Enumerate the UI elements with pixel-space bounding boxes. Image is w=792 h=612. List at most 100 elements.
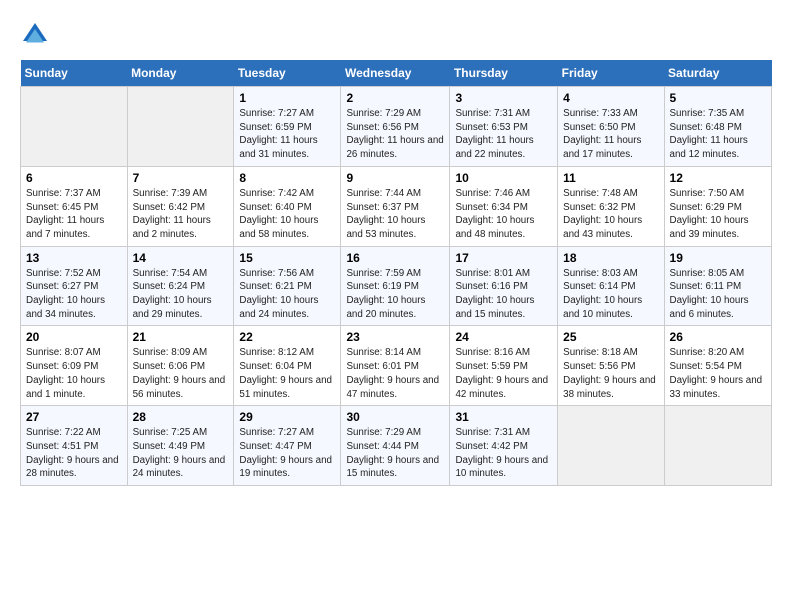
day-info: Sunrise: 8:07 AM Sunset: 6:09 PM Dayligh…: [26, 346, 122, 401]
day-number: 14: [133, 251, 229, 265]
calendar-cell: 9 Sunrise: 7:44 AM Sunset: 6:37 PM Daylig…: [341, 166, 450, 246]
day-info: Sunrise: 7:25 AM Sunset: 4:49 PM Dayligh…: [133, 426, 229, 481]
day-info: Sunrise: 8:05 AM Sunset: 6:11 PM Dayligh…: [670, 267, 766, 322]
day-number: 6: [26, 171, 122, 185]
day-number: 21: [133, 330, 229, 344]
logo-icon: [20, 20, 50, 50]
day-info: Sunrise: 7:54 AM Sunset: 6:24 PM Dayligh…: [133, 267, 229, 322]
day-info: Sunrise: 7:29 AM Sunset: 6:56 PM Dayligh…: [346, 107, 444, 162]
day-number: 28: [133, 410, 229, 424]
day-number: 10: [455, 171, 552, 185]
day-number: 31: [455, 410, 552, 424]
weekday-header-sunday: Sunday: [21, 60, 128, 87]
calendar-cell: 17 Sunrise: 8:01 AM Sunset: 6:16 PM Dayli…: [450, 246, 558, 326]
day-info: Sunrise: 7:31 AM Sunset: 4:42 PM Dayligh…: [455, 426, 552, 481]
day-number: 2: [346, 91, 444, 105]
day-info: Sunrise: 7:35 AM Sunset: 6:48 PM Dayligh…: [670, 107, 766, 162]
calendar-week-row: 13 Sunrise: 7:52 AM Sunset: 6:27 PM Dayli…: [21, 246, 772, 326]
day-number: 24: [455, 330, 552, 344]
calendar-cell: 3Sunrise: 7:31 AM Sunset: 6:53 PM Daylig…: [450, 87, 558, 167]
calendar-week-row: 27Sunrise: 7:22 AM Sunset: 4:51 PM Dayli…: [21, 406, 772, 486]
day-number: 7: [133, 171, 229, 185]
day-info: Sunrise: 7:59 AM Sunset: 6:19 PM Dayligh…: [346, 267, 444, 322]
day-number: 23: [346, 330, 444, 344]
day-info: Sunrise: 8:14 AM Sunset: 6:01 PM Dayligh…: [346, 346, 444, 401]
calendar-cell: 4 Sunrise: 7:33 AM Sunset: 6:50 PM Daylig…: [558, 87, 664, 167]
day-info: Sunrise: 8:20 AM Sunset: 5:54 PM Dayligh…: [670, 346, 766, 401]
calendar-cell: 10 Sunrise: 7:46 AM Sunset: 6:34 PM Dayli…: [450, 166, 558, 246]
calendar-cell: [664, 406, 771, 486]
day-number: 8: [239, 171, 335, 185]
day-info: Sunrise: 7:22 AM Sunset: 4:51 PM Dayligh…: [26, 426, 122, 481]
calendar-week-row: 6 Sunrise: 7:37 AM Sunset: 6:45 PM Daylig…: [21, 166, 772, 246]
day-number: 20: [26, 330, 122, 344]
weekday-header-row: SundayMondayTuesdayWednesdayThursdayFrid…: [21, 60, 772, 87]
calendar-cell: 7Sunrise: 7:39 AM Sunset: 6:42 PM Daylig…: [127, 166, 234, 246]
calendar-cell: [558, 406, 664, 486]
weekday-header-saturday: Saturday: [664, 60, 771, 87]
day-number: 26: [670, 330, 766, 344]
calendar-cell: 16 Sunrise: 7:59 AM Sunset: 6:19 PM Dayli…: [341, 246, 450, 326]
weekday-header-tuesday: Tuesday: [234, 60, 341, 87]
calendar-cell: 22Sunrise: 8:12 AM Sunset: 6:04 PM Dayli…: [234, 326, 341, 406]
day-info: Sunrise: 8:12 AM Sunset: 6:04 PM Dayligh…: [239, 346, 335, 401]
calendar-cell: 20 Sunrise: 8:07 AM Sunset: 6:09 PM Dayli…: [21, 326, 128, 406]
day-info: Sunrise: 8:16 AM Sunset: 5:59 PM Dayligh…: [455, 346, 552, 401]
day-number: 15: [239, 251, 335, 265]
calendar-week-row: 20 Sunrise: 8:07 AM Sunset: 6:09 PM Dayli…: [21, 326, 772, 406]
calendar-cell: 14 Sunrise: 7:54 AM Sunset: 6:24 PM Dayli…: [127, 246, 234, 326]
calendar-table: SundayMondayTuesdayWednesdayThursdayFrid…: [20, 60, 772, 486]
day-info: Sunrise: 7:44 AM Sunset: 6:37 PM Dayligh…: [346, 187, 444, 242]
day-number: 25: [563, 330, 658, 344]
calendar-cell: 31 Sunrise: 7:31 AM Sunset: 4:42 PM Dayli…: [450, 406, 558, 486]
weekday-header-thursday: Thursday: [450, 60, 558, 87]
calendar-cell: 24 Sunrise: 8:16 AM Sunset: 5:59 PM Dayli…: [450, 326, 558, 406]
calendar-cell: 30Sunrise: 7:29 AM Sunset: 4:44 PM Dayli…: [341, 406, 450, 486]
day-number: 18: [563, 251, 658, 265]
calendar-cell: 28 Sunrise: 7:25 AM Sunset: 4:49 PM Dayli…: [127, 406, 234, 486]
day-info: Sunrise: 7:52 AM Sunset: 6:27 PM Dayligh…: [26, 267, 122, 322]
day-info: Sunrise: 7:27 AM Sunset: 6:59 PM Dayligh…: [239, 107, 335, 162]
day-info: Sunrise: 7:46 AM Sunset: 6:34 PM Dayligh…: [455, 187, 552, 242]
day-info: Sunrise: 7:27 AM Sunset: 4:47 PM Dayligh…: [239, 426, 335, 481]
weekday-header-wednesday: Wednesday: [341, 60, 450, 87]
weekday-header-friday: Friday: [558, 60, 664, 87]
day-number: 9: [346, 171, 444, 185]
calendar-cell: 19 Sunrise: 8:05 AM Sunset: 6:11 PM Dayli…: [664, 246, 771, 326]
day-number: 16: [346, 251, 444, 265]
calendar-cell: 26 Sunrise: 8:20 AM Sunset: 5:54 PM Dayli…: [664, 326, 771, 406]
day-info: Sunrise: 8:01 AM Sunset: 6:16 PM Dayligh…: [455, 267, 552, 322]
calendar-cell: 5Sunrise: 7:35 AM Sunset: 6:48 PM Daylig…: [664, 87, 771, 167]
calendar-cell: 8 Sunrise: 7:42 AM Sunset: 6:40 PM Daylig…: [234, 166, 341, 246]
calendar-cell: [21, 87, 128, 167]
day-info: Sunrise: 7:29 AM Sunset: 4:44 PM Dayligh…: [346, 426, 444, 481]
calendar-cell: 15 Sunrise: 7:56 AM Sunset: 6:21 PM Dayli…: [234, 246, 341, 326]
day-info: Sunrise: 7:42 AM Sunset: 6:40 PM Dayligh…: [239, 187, 335, 242]
day-info: Sunrise: 7:56 AM Sunset: 6:21 PM Dayligh…: [239, 267, 335, 322]
day-info: Sunrise: 8:18 AM Sunset: 5:56 PM Dayligh…: [563, 346, 658, 401]
calendar-cell: 1 Sunrise: 7:27 AM Sunset: 6:59 PM Daylig…: [234, 87, 341, 167]
day-number: 3: [455, 91, 552, 105]
day-info: Sunrise: 8:09 AM Sunset: 6:06 PM Dayligh…: [133, 346, 229, 401]
day-info: Sunrise: 7:37 AM Sunset: 6:45 PM Dayligh…: [26, 187, 122, 242]
day-info: Sunrise: 7:48 AM Sunset: 6:32 PM Dayligh…: [563, 187, 658, 242]
day-number: 17: [455, 251, 552, 265]
calendar-cell: 23 Sunrise: 8:14 AM Sunset: 6:01 PM Dayli…: [341, 326, 450, 406]
day-number: 19: [670, 251, 766, 265]
logo: [20, 20, 54, 50]
calendar-cell: 11Sunrise: 7:48 AM Sunset: 6:32 PM Dayli…: [558, 166, 664, 246]
page-header: [20, 20, 772, 50]
calendar-cell: 13 Sunrise: 7:52 AM Sunset: 6:27 PM Dayli…: [21, 246, 128, 326]
day-info: Sunrise: 7:50 AM Sunset: 6:29 PM Dayligh…: [670, 187, 766, 242]
day-number: 4: [563, 91, 658, 105]
weekday-header-monday: Monday: [127, 60, 234, 87]
day-number: 13: [26, 251, 122, 265]
day-number: 12: [670, 171, 766, 185]
calendar-cell: 27Sunrise: 7:22 AM Sunset: 4:51 PM Dayli…: [21, 406, 128, 486]
day-number: 29: [239, 410, 335, 424]
calendar-cell: 12 Sunrise: 7:50 AM Sunset: 6:29 PM Dayli…: [664, 166, 771, 246]
calendar-cell: 6 Sunrise: 7:37 AM Sunset: 6:45 PM Daylig…: [21, 166, 128, 246]
day-number: 1: [239, 91, 335, 105]
day-info: Sunrise: 7:33 AM Sunset: 6:50 PM Dayligh…: [563, 107, 658, 162]
calendar-cell: 29 Sunrise: 7:27 AM Sunset: 4:47 PM Dayli…: [234, 406, 341, 486]
